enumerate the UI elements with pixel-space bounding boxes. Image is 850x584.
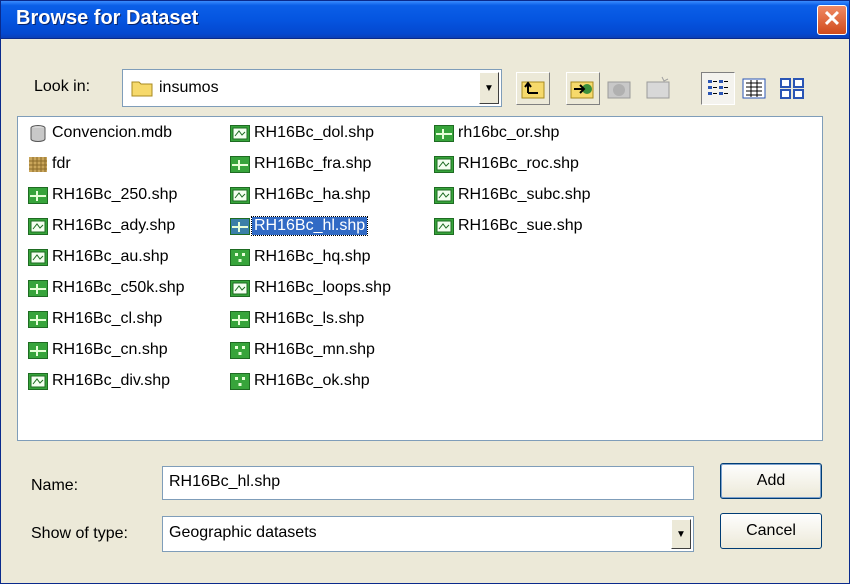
polygon-shapefile-icon [230,125,250,142]
file-name: RH16Bc_hq.shp [254,248,371,265]
disconnect-folder-icon [607,81,631,99]
polygon-shapefile-icon [434,187,454,204]
file-name: RH16Bc_loops.shp [254,279,391,296]
file-list[interactable]: Convencion.mdb fdr RH16Bc_250.shp RH16Bc_ad… [17,116,823,441]
file-list-item[interactable]: Convencion.mdb [28,123,228,145]
dialog-title: Browse for Dataset [16,7,199,29]
file-list-item[interactable]: RH16Bc_dol.shp [230,123,430,145]
point-shapefile-icon [230,342,250,359]
connect-folder-icon [570,81,594,99]
line-shapefile-icon [230,218,250,235]
file-name: RH16Bc_ls.shp [254,310,365,327]
file-list-item[interactable]: RH16Bc_roc.shp [434,154,634,176]
file-list-item[interactable]: RH16Bc_c50k.shp [28,278,228,300]
thumbnails-view-button[interactable] [775,72,809,105]
file-list-item[interactable]: RH16Bc_ha.shp [230,185,430,207]
add-button[interactable]: Add [720,463,822,499]
chevron-down-icon[interactable]: ▼ [479,72,499,104]
disconnect-folder-button[interactable] [602,72,636,105]
file-list-item[interactable]: RH16Bc_hq.shp [230,247,430,269]
file-name: RH16Bc_au.shp [52,248,169,265]
point-shapefile-icon [230,373,250,390]
file-list-item[interactable]: RH16Bc_subc.shp [434,185,634,207]
polygon-shapefile-icon [230,187,250,204]
file-list-item[interactable]: RH16Bc_sue.shp [434,216,634,238]
file-name: RH16Bc_c50k.shp [52,279,185,296]
file-name: RH16Bc_sue.shp [458,217,583,234]
file-name: rh16bc_or.shp [458,124,560,141]
look-in-dropdown[interactable]: insumos ▼ [122,69,502,107]
cancel-button[interactable]: Cancel [720,513,822,549]
type-value: Geographic datasets [169,524,317,541]
file-name: RH16Bc_cn.shp [52,341,168,358]
polygon-shapefile-icon [434,218,454,235]
file-list-item[interactable]: RH16Bc_250.shp [28,185,228,207]
thumbnails-view-icon [780,78,804,99]
file-name: Convencion.mdb [52,124,173,141]
details-view-button[interactable] [737,72,771,105]
point-shapefile-icon [230,249,250,266]
look-in-label: Look in: [34,78,91,95]
close-button[interactable]: ✕ [817,5,847,35]
title-bar[interactable]: Browse for Dataset ✕ [1,1,849,39]
look-in-value: insumos [159,79,219,96]
line-shapefile-icon [434,125,454,142]
line-shapefile-icon [28,311,48,328]
polygon-shapefile-icon [28,249,48,266]
file-name: RH16Bc_cl.shp [52,310,163,327]
browse-dialog: Browse for Dataset ✕ Look in: insumos ▼ [0,0,850,584]
file-name: RH16Bc_div.shp [52,372,170,389]
file-list-item[interactable]: RH16Bc_loops.shp [230,278,430,300]
up-one-level-button[interactable] [516,72,550,105]
up-folder-icon [521,81,545,99]
details-view-icon [742,78,766,99]
file-list-item[interactable]: fdr [28,154,228,176]
line-shapefile-icon [230,156,250,173]
file-list-item[interactable]: RH16Bc_hl.shp [230,216,430,238]
line-shapefile-icon [28,187,48,204]
connect-folder-button[interactable] [566,72,600,105]
file-list-item[interactable]: RH16Bc_ady.shp [28,216,228,238]
file-list-item[interactable]: RH16Bc_div.shp [28,371,228,393]
file-list-item[interactable]: RH16Bc_au.shp [28,247,228,269]
file-list-item[interactable]: rh16bc_or.shp [434,123,634,145]
file-name: RH16Bc_fra.shp [254,155,372,172]
list-view-button[interactable] [701,72,735,105]
polygon-shapefile-icon [28,373,48,390]
file-name: RH16Bc_dol.shp [254,124,375,141]
file-list-item[interactable]: RH16Bc_ls.shp [230,309,430,331]
database-icon [28,125,48,142]
line-shapefile-icon [28,342,48,359]
file-list-item[interactable]: RH16Bc_ok.shp [230,371,430,393]
file-name: RH16Bc_mn.shp [254,341,375,358]
name-input-value: RH16Bc_hl.shp [169,473,281,490]
file-name: fdr [52,155,71,172]
file-list-item[interactable]: RH16Bc_mn.shp [230,340,430,362]
file-name: RH16Bc_ha.shp [254,186,371,203]
polygon-shapefile-icon [230,280,250,297]
file-name: RH16Bc_roc.shp [458,155,579,172]
file-name: RH16Bc_250.shp [52,186,178,203]
file-name: RH16Bc_subc.shp [458,186,591,203]
raster-icon [28,156,48,173]
type-label: Show of type: [31,525,128,542]
new-folder-icon [646,76,670,99]
file-list-item[interactable]: RH16Bc_cn.shp [28,340,228,362]
file-name: RH16Bc_ady.shp [52,217,176,234]
type-dropdown[interactable]: Geographic datasets ▼ [162,516,694,552]
file-name: RH16Bc_ok.shp [254,372,370,389]
folder-icon [131,79,153,97]
line-shapefile-icon [230,311,250,328]
name-input[interactable]: RH16Bc_hl.shp [162,466,694,500]
list-view-icon [708,80,728,95]
line-shapefile-icon [28,280,48,297]
new-folder-button[interactable] [641,72,675,105]
polygon-shapefile-icon [434,156,454,173]
file-list-item[interactable]: RH16Bc_cl.shp [28,309,228,331]
chevron-down-icon[interactable]: ▼ [671,519,691,549]
polygon-shapefile-icon [28,218,48,235]
file-list-item[interactable]: RH16Bc_fra.shp [230,154,430,176]
name-label: Name: [31,477,79,494]
file-name: RH16Bc_hl.shp [250,216,369,236]
